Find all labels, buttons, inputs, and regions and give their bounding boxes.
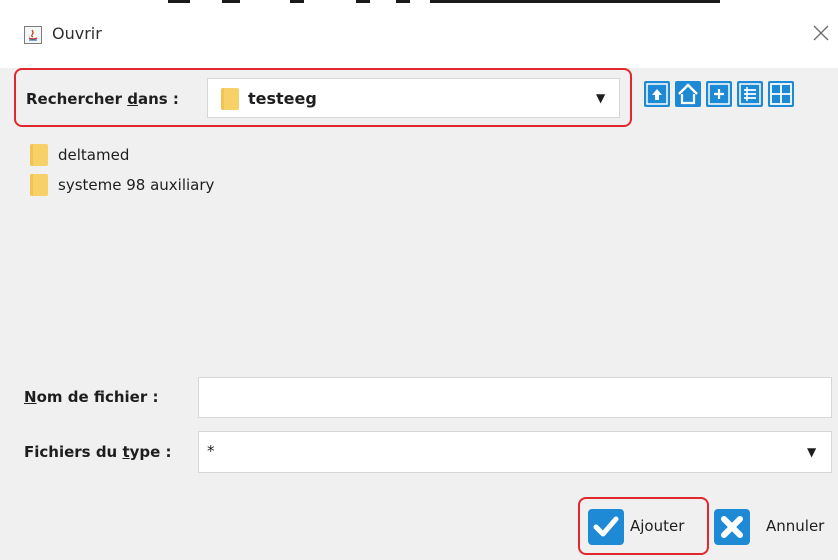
filetype-select[interactable]: * ▼ (198, 431, 832, 473)
look-in-combo[interactable]: testeeg ▼ (207, 78, 620, 118)
ok-button-label: Ajouter (630, 517, 685, 535)
folder-icon (221, 88, 239, 110)
details-view-icon[interactable] (768, 81, 794, 107)
file-name: deltamed (58, 146, 130, 164)
java-app-icon (24, 26, 42, 44)
window-title: Ouvrir (52, 24, 102, 43)
filename-input[interactable] (198, 377, 832, 418)
chevron-down-icon: ▼ (596, 91, 606, 105)
cancel-button-label: Annuler (766, 517, 825, 535)
home-icon[interactable] (675, 81, 701, 107)
cancel-button[interactable]: Annuler (714, 504, 838, 550)
list-view-icon[interactable] (737, 81, 763, 107)
dialog-body (0, 68, 838, 560)
current-folder-name: testeeg (248, 89, 317, 108)
folder-icon (30, 174, 48, 196)
chevron-down-icon: ▼ (807, 445, 817, 459)
up-one-level-icon[interactable] (644, 81, 670, 107)
new-folder-icon[interactable] (706, 81, 732, 107)
filetype-value: * (207, 442, 215, 460)
ok-button[interactable]: Ajouter (586, 504, 706, 550)
filename-label: Nom de fichier : (24, 388, 159, 406)
cross-icon (714, 509, 750, 545)
checkmark-icon (588, 509, 624, 545)
filetype-label: Fichiers du type : (24, 443, 172, 461)
look-in-label: Rechercher dans : (26, 90, 179, 108)
file-name: systeme 98 auxiliary (58, 176, 215, 194)
folder-icon (30, 144, 48, 166)
close-icon[interactable] (808, 20, 834, 46)
background-window-edge (0, 0, 838, 4)
title-bar: Ouvrir (0, 0, 838, 68)
